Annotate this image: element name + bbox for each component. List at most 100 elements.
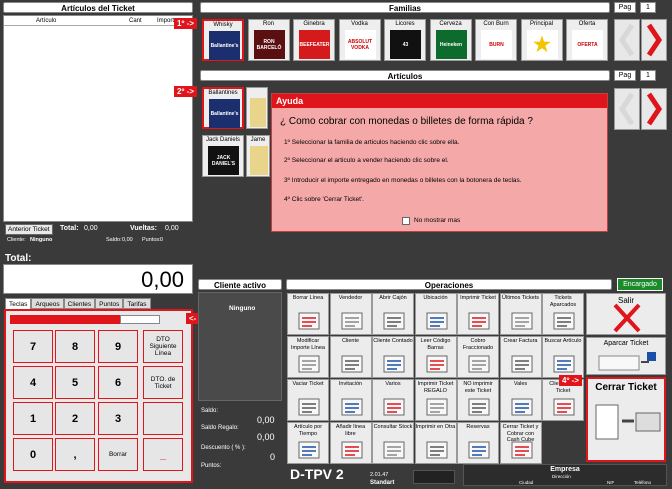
close-ticket-button[interactable]: Cerrar Ticket xyxy=(586,377,666,462)
families-prev-button[interactable] xyxy=(614,19,640,61)
op-icon xyxy=(298,441,320,459)
key-0[interactable]: 0 xyxy=(13,438,53,471)
op-icon xyxy=(511,312,532,330)
family-label: Ginebra xyxy=(303,21,325,27)
op-no-imprimir-este-ticket[interactable]: NO imprimir este Ticket xyxy=(457,379,499,421)
key-5[interactable]: 5 xyxy=(55,366,95,399)
op-cliente-contado[interactable]: Cliente Contado xyxy=(372,336,414,378)
op-cliente[interactable]: Cliente xyxy=(329,336,372,378)
family-licores[interactable]: Licores 43 xyxy=(384,19,426,61)
op-añadir-línea-libre[interactable]: Añadir línea libre xyxy=(329,422,372,464)
amount-input[interactable] xyxy=(120,315,160,324)
client-puntos-label: Puntos: xyxy=(201,463,222,469)
article-partial[interactable] xyxy=(246,87,268,129)
bottom-tabs: Teclas Arqueos Clientes Puntos Tarifas xyxy=(5,298,151,309)
op-últimos-tickets[interactable]: Últimos Tickets xyxy=(499,293,542,335)
families-page-label: Pag xyxy=(614,2,636,13)
op-imprimir-ticket[interactable]: Imprimir Ticket xyxy=(457,293,499,335)
op-borrar-línea[interactable]: Borrar Línea xyxy=(287,293,329,335)
op-invitación[interactable]: Invitación xyxy=(329,379,372,421)
op-buscar-artículo[interactable]: Buscar Artículo xyxy=(542,336,584,378)
op-icon xyxy=(341,398,362,416)
op-vendedor[interactable]: Vendedor xyxy=(329,293,372,335)
op-vaciar-ticket[interactable]: Vaciar Ticket xyxy=(287,379,329,421)
key-minus[interactable]: _ xyxy=(143,438,183,471)
op-ubicación[interactable]: Ubicación xyxy=(414,293,457,335)
family-cerveza[interactable]: Cerveza Heineken xyxy=(429,19,472,61)
family-label: Whisky xyxy=(213,22,233,28)
family-principal[interactable]: Principal ★ xyxy=(520,19,563,61)
article-image xyxy=(250,146,268,175)
ticket-columns-header: Artículo Cant Importe xyxy=(4,16,192,26)
change-label: Vueltas: xyxy=(130,225,157,232)
family-image: Heineken xyxy=(435,30,467,59)
op-tickets-aparcados[interactable]: Tickets Aparcados xyxy=(542,293,584,335)
op-modificar-importe-línea[interactable]: Modificar Importe Línea xyxy=(287,336,329,378)
article-jack-daniels[interactable]: Jack Daniels JACK DANIEL'S xyxy=(202,135,244,177)
key-9[interactable]: 9 xyxy=(98,330,138,363)
op-label: Cliente xyxy=(341,338,360,344)
ticket-lines-list[interactable]: Artículo Cant Importe xyxy=(3,15,193,222)
families-next-button[interactable] xyxy=(641,19,667,61)
op-imprimir-ticket-regalo[interactable]: Imprimir Ticket REGALO xyxy=(414,379,457,421)
op-abrir-cajón[interactable]: Abrir Cajón xyxy=(372,293,414,335)
key-blank[interactable] xyxy=(143,402,183,435)
article-ballantines[interactable]: Ballantines Ballantine's xyxy=(202,87,244,129)
tab-tarifas[interactable]: Tarifas xyxy=(123,298,151,309)
op-label: NO imprimir este Ticket xyxy=(463,381,493,394)
op-reservas[interactable]: Reservas xyxy=(457,422,499,464)
family-image: 43 xyxy=(390,30,421,59)
family-oferta[interactable]: Oferta OFERTA xyxy=(566,19,608,61)
key-borrar[interactable]: Borrar xyxy=(98,438,138,471)
articles-next-button[interactable] xyxy=(641,88,667,130)
tab-puntos[interactable]: Puntos xyxy=(95,298,124,309)
key-7[interactable]: 7 xyxy=(13,330,53,363)
op-label: Tickets Aparcados xyxy=(549,295,577,308)
help-title: Ayuda xyxy=(272,94,607,108)
op-crear-factura[interactable]: Crear Factura xyxy=(499,336,542,378)
exit-button[interactable]: Salir xyxy=(586,293,666,335)
previous-ticket-button[interactable]: Anterior Ticket xyxy=(5,224,53,235)
op-artículo-por-tiempo[interactable]: Artículo por Tiempo xyxy=(287,422,329,464)
op-icon xyxy=(383,312,405,330)
op-icon xyxy=(426,355,447,373)
op-label: Reservas xyxy=(466,424,490,430)
articles-prev-button[interactable] xyxy=(614,88,640,130)
key-8[interactable]: 8 xyxy=(55,330,95,363)
family-con-burn[interactable]: Con Burn BURN xyxy=(475,19,517,61)
client-value: Ninguno xyxy=(30,237,53,243)
op-icon xyxy=(468,441,490,459)
article-jame[interactable]: Jame xyxy=(246,135,270,177)
park-ticket-button[interactable]: Aparcar Ticket xyxy=(586,337,666,375)
key-1[interactable]: 1 xyxy=(13,402,53,435)
close-ticket-icon xyxy=(595,404,661,440)
family-vodka[interactable]: Vodka ABSOLUT VODKA xyxy=(338,19,381,61)
op-leer-código-barras[interactable]: Leer Código Barras xyxy=(414,336,457,378)
key-comma[interactable]: , xyxy=(55,438,95,471)
op-varios[interactable]: Varios xyxy=(372,379,414,421)
op-consultar-stock[interactable]: Consultar Stock xyxy=(372,422,414,464)
family-whisky[interactable]: Whisky Ballantine's xyxy=(202,19,244,61)
no-show-checkbox[interactable] xyxy=(402,217,410,225)
company-address: Dirección xyxy=(552,474,571,479)
key-4[interactable]: 4 xyxy=(13,366,53,399)
ticket-total-value: 0,00 xyxy=(84,225,98,232)
tab-arqueos[interactable]: Arqueos xyxy=(31,298,64,309)
family-ron[interactable]: Ron RON BARCELÓ xyxy=(247,19,290,61)
tab-teclas[interactable]: Teclas xyxy=(5,298,32,309)
key-2[interactable]: 2 xyxy=(55,402,95,435)
tab-clientes[interactable]: Clientes xyxy=(63,298,96,309)
key-6[interactable]: 6 xyxy=(98,366,138,399)
family-ginebra[interactable]: Ginebra BEEFEATER xyxy=(293,19,335,61)
discount-ticket-button[interactable]: DTO. de Ticket xyxy=(143,366,183,399)
op-label: Leer Código Barras xyxy=(420,338,451,351)
op-vales[interactable]: Vales xyxy=(499,379,542,421)
op-cerrar-ticket-y-cobrar-con-cash-cube[interactable]: Cerrar Ticket y Cobrar con Cash Cube xyxy=(499,422,542,464)
article-image: Ballantine's xyxy=(209,99,240,128)
op-cobro-fraccionado[interactable]: Cobro Fraccionado xyxy=(457,336,499,378)
key-3[interactable]: 3 xyxy=(98,402,138,435)
op-imprimir-en-otra[interactable]: Imprimir en Otra xyxy=(414,422,457,464)
close-ticket-label: Cerrar Ticket xyxy=(595,382,657,393)
client-descuento-value: 0,00 xyxy=(257,432,275,442)
discount-next-line-button[interactable]: DTO Siguiente Línea xyxy=(143,330,183,363)
